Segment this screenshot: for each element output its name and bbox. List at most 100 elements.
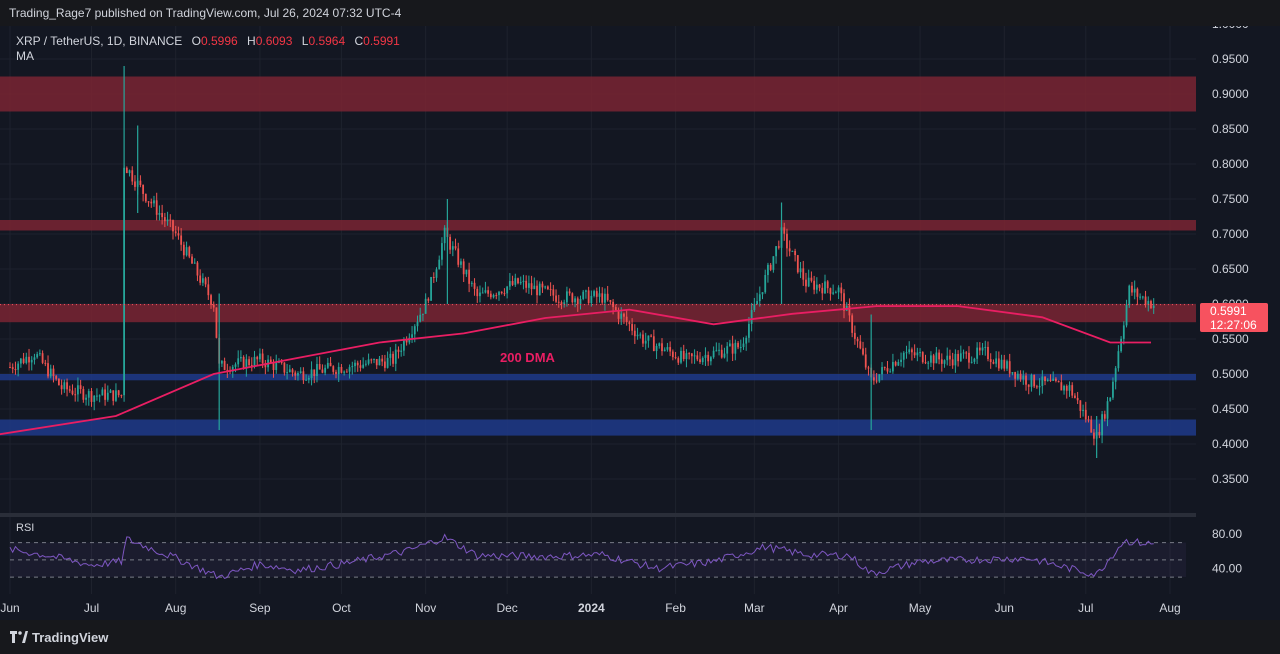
candle-body xyxy=(55,376,58,379)
candle-body xyxy=(742,343,745,348)
candle-body xyxy=(935,352,938,364)
y-tick-label: 0.4500 xyxy=(1212,402,1249,416)
candle-body xyxy=(815,284,818,290)
last-price-tag: 0.5991 12:27:06 xyxy=(1200,303,1268,332)
candle-body xyxy=(810,277,813,281)
candle-body xyxy=(441,243,443,260)
candle-body xyxy=(1150,301,1152,309)
candle-body xyxy=(1025,375,1027,385)
candle-body xyxy=(419,314,422,322)
candle-body xyxy=(557,301,560,303)
candle-body xyxy=(1063,385,1065,391)
candle-body xyxy=(104,389,106,400)
candle-body xyxy=(856,338,859,342)
candle-body xyxy=(112,390,115,401)
candle-body xyxy=(174,231,177,234)
x-tick-label: Feb xyxy=(665,601,686,615)
candle-body xyxy=(1006,361,1008,369)
candle-body xyxy=(500,291,503,294)
legend-close-label: C xyxy=(354,34,364,48)
candle-body xyxy=(533,285,536,290)
resistance-zone xyxy=(0,220,1196,231)
x-tick-label: Apr xyxy=(829,601,848,615)
candle-body xyxy=(902,352,905,360)
candle-body xyxy=(712,350,715,358)
candle-body xyxy=(310,369,313,379)
candle-body xyxy=(288,369,291,373)
candle-body xyxy=(96,395,98,397)
candle-body xyxy=(237,358,240,365)
candle-body xyxy=(911,349,913,353)
candle-body xyxy=(536,285,538,296)
candle-body xyxy=(1084,409,1087,420)
y-tick-label: 0.9000 xyxy=(1212,87,1249,101)
candle-body xyxy=(954,353,957,366)
legend-indicator[interactable]: MA xyxy=(16,49,400,64)
candle-body xyxy=(623,313,625,317)
candle-body xyxy=(1093,432,1095,439)
candle-body xyxy=(900,359,902,363)
candle-body xyxy=(707,354,710,362)
candle-body xyxy=(93,395,96,402)
candle-body xyxy=(949,355,951,360)
candle-body xyxy=(193,262,196,264)
x-tick-label: Jun xyxy=(995,601,1014,615)
candle-body xyxy=(117,390,120,396)
candle-body xyxy=(1019,373,1022,380)
candle-body xyxy=(351,366,354,368)
candle-body xyxy=(411,334,413,338)
y-tick-label: 0.3500 xyxy=(1212,472,1249,486)
candle-body xyxy=(889,371,892,373)
candle-body xyxy=(604,293,606,303)
footer-brand[interactable]: TradingView xyxy=(32,630,108,645)
candle-body xyxy=(147,201,150,203)
candle-body xyxy=(275,362,278,371)
candle-body xyxy=(1014,372,1017,379)
candle-body xyxy=(1065,385,1068,391)
candle-body xyxy=(1120,338,1123,352)
candle-body xyxy=(163,217,166,222)
candle-body xyxy=(212,304,215,308)
candle-body xyxy=(1101,414,1103,436)
chart-svg[interactable]: Jun Jul Aug Sep Oct Nov Dec 2024 Feb Mar Apr May Jun… xyxy=(0,26,1280,620)
candle-body xyxy=(169,219,172,221)
candle-body xyxy=(465,269,468,275)
resistance-zone xyxy=(0,76,1196,112)
candle-body xyxy=(49,368,52,377)
candle-body xyxy=(764,275,767,293)
candle-body xyxy=(321,369,324,373)
candle-body xyxy=(590,295,593,304)
candle-body xyxy=(30,359,33,363)
candle-body xyxy=(579,299,582,304)
candle-body xyxy=(1011,372,1014,374)
candle-body xyxy=(720,349,723,358)
candle-body xyxy=(650,335,653,337)
candle-body xyxy=(283,362,286,373)
candle-body xyxy=(199,275,202,283)
candle-body xyxy=(234,364,237,367)
candle-body xyxy=(427,298,430,301)
candle-body xyxy=(658,343,661,346)
candle-body xyxy=(503,293,506,295)
candle-body xyxy=(908,349,911,353)
candle-body xyxy=(987,346,989,360)
candle-body xyxy=(576,298,579,304)
candle-body xyxy=(153,200,155,204)
candle-body xyxy=(693,355,696,357)
candle-body xyxy=(671,351,674,358)
candle-body xyxy=(1008,361,1011,374)
candle-body xyxy=(984,346,987,348)
candle-body xyxy=(957,353,960,362)
chart-frame[interactable]: Jun Jul Aug Sep Oct Nov Dec 2024 Feb Mar Apr May Jun… xyxy=(0,26,1280,620)
candle-body xyxy=(1022,375,1025,380)
candle-body xyxy=(978,347,981,351)
candle-body xyxy=(248,359,250,366)
x-tick-label: Nov xyxy=(415,601,436,615)
candle-body xyxy=(786,233,788,249)
legend-symbol[interactable]: XRP / TetherUS, 1D, BINANCE xyxy=(16,34,182,48)
candle-body xyxy=(63,382,66,390)
rsi-pane-label[interactable]: RSI xyxy=(16,522,34,534)
candle-body xyxy=(772,256,775,270)
candle-body xyxy=(324,367,327,373)
x-tick-label: Jul xyxy=(1078,601,1093,615)
